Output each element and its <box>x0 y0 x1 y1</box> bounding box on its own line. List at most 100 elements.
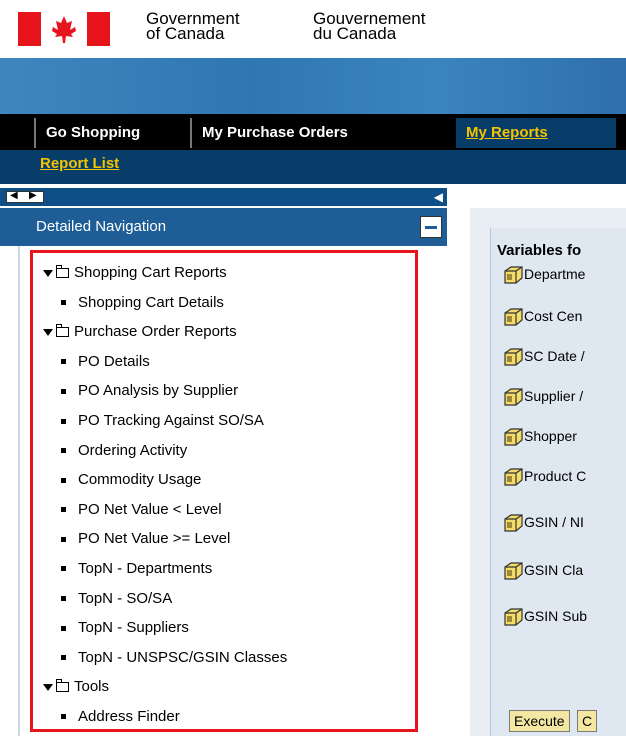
gov-french-name: Gouvernement du Canada <box>313 10 425 43</box>
tree-leaf[interactable]: TopN - Departments <box>43 559 415 589</box>
bullet-icon <box>61 418 66 424</box>
variable-label: Product C <box>524 468 587 484</box>
tree-leaf[interactable]: Commodity Usage <box>43 470 415 500</box>
bullet-icon <box>61 448 66 454</box>
variable-item[interactable]: GSIN / NI <box>503 514 584 532</box>
bullet-icon <box>61 477 66 483</box>
variables-panel: Variables fo Execute C Departme Cost Cen S… <box>490 228 626 736</box>
variable-item[interactable]: Product C <box>503 468 586 486</box>
nav-toolbar: ◀ ▶ ◀ <box>0 188 447 206</box>
tree-item-label[interactable]: PO Details <box>78 353 150 370</box>
tree-leaf[interactable]: Shopping Cart Details <box>43 293 415 323</box>
tree-leaf[interactable]: TopN - Suppliers <box>43 618 415 648</box>
tree-item-label[interactable]: PO Net Value >= Level <box>78 530 230 547</box>
variable-item[interactable]: SC Date / <box>503 348 585 366</box>
canada-flag-icon <box>18 12 110 46</box>
tree-leaf[interactable]: PO Tracking Against SO/SA <box>43 411 415 441</box>
sub-navigation: Report List <box>0 150 626 184</box>
cube-icon <box>504 388 523 406</box>
variable-label: Cost Cen <box>524 308 583 324</box>
expand-arrow-icon[interactable] <box>43 269 53 277</box>
tree-item-label[interactable]: TopN - UNSPSC/GSIN Classes <box>78 649 287 666</box>
minimize-button[interactable] <box>420 216 442 238</box>
tab-go-shopping[interactable]: Go Shopping <box>34 118 188 148</box>
bullet-icon <box>61 359 66 365</box>
tree-leaf[interactable]: TopN - UNSPSC/GSIN Classes <box>43 648 415 678</box>
tree-item-label[interactable]: TopN - Departments <box>78 560 212 577</box>
gov-french-line2: du Canada <box>313 24 397 43</box>
tree-item-label[interactable]: Address Finder <box>78 708 180 725</box>
tree-item-label[interactable]: Commodity Usage <box>78 471 201 488</box>
bullet-icon <box>61 507 66 513</box>
collapse-arrow-icon[interactable]: ◀ <box>434 190 443 204</box>
report-list-link[interactable]: Report List <box>40 155 119 172</box>
variable-label: SC Date / <box>524 348 585 364</box>
variable-label: Supplier / <box>524 388 584 404</box>
tree-leaf[interactable]: TopN - SO/SA <box>43 589 415 619</box>
tree-folder[interactable]: Purchase Order Reports <box>43 322 415 352</box>
tree-item-label[interactable]: PO Net Value < Level <box>78 501 222 518</box>
cube-icon <box>504 562 523 580</box>
tree-item-label[interactable]: Ordering Activity <box>78 442 187 459</box>
tree-leaf[interactable]: PO Details <box>43 352 415 382</box>
cube-icon <box>504 308 523 326</box>
cube-icon <box>504 468 523 486</box>
tree-leaf[interactable]: PO Net Value < Level <box>43 500 415 530</box>
tree-item-label[interactable]: TopN - SO/SA <box>78 590 172 607</box>
left-arrow-icon[interactable]: ◀ <box>10 190 18 201</box>
tree-folder[interactable]: Tools <box>43 677 415 707</box>
tree-item-label[interactable]: PO Analysis by Supplier <box>78 382 238 399</box>
variable-label: GSIN Sub <box>524 608 588 624</box>
blue-banner <box>0 58 626 114</box>
bullet-icon <box>61 536 66 542</box>
tree-item-label[interactable]: Tools <box>74 678 109 695</box>
variable-item[interactable]: GSIN Cla <box>503 562 583 580</box>
bullet-icon <box>61 388 66 394</box>
variable-item[interactable]: Supplier / <box>503 388 583 406</box>
variable-label: GSIN / NI <box>524 514 584 530</box>
tree-leaf[interactable]: Ordering Activity <box>43 441 415 471</box>
tree-item-label[interactable]: PO Tracking Against SO/SA <box>78 412 264 429</box>
tab-my-reports[interactable]: My Reports <box>456 118 616 148</box>
right-arrow-icon[interactable]: ▶ <box>29 190 37 201</box>
cube-icon <box>504 514 523 532</box>
bullet-icon <box>61 655 66 661</box>
tree-item-label[interactable]: Shopping Cart Details <box>78 294 224 311</box>
bullet-icon <box>61 714 66 720</box>
tree-item-label[interactable]: Shopping Cart Reports <box>74 264 227 281</box>
gov-english-line2: of Canada <box>146 24 225 43</box>
bullet-icon <box>61 625 66 631</box>
nav-arrows[interactable]: ◀ ▶ <box>6 190 44 203</box>
cube-icon <box>504 428 523 446</box>
gov-english-name: Government of Canada <box>146 10 240 43</box>
variable-item[interactable]: Cost Cen <box>503 308 582 326</box>
bullet-icon <box>61 596 66 602</box>
cube-icon <box>504 348 523 366</box>
tree-leaf[interactable]: PO Analysis by Supplier <box>43 381 415 411</box>
bullet-icon <box>61 300 66 306</box>
tree-item-label[interactable]: TopN - Suppliers <box>78 619 189 636</box>
expand-arrow-icon[interactable] <box>43 683 53 691</box>
folder-icon <box>55 324 69 338</box>
tree-folder[interactable]: Shopping Cart Reports <box>43 263 415 293</box>
tree-leaf[interactable]: PO Net Value >= Level <box>43 529 415 559</box>
folder-icon <box>55 265 69 279</box>
tab-my-purchase-orders[interactable]: My Purchase Orders <box>190 118 418 148</box>
variable-label: Departme <box>524 266 586 282</box>
second-button[interactable]: C <box>577 710 598 732</box>
variable-label: GSIN Cla <box>524 562 584 578</box>
tree-item-label[interactable]: Purchase Order Reports <box>74 323 237 340</box>
bullet-icon <box>61 566 66 572</box>
cube-icon <box>504 608 523 626</box>
variable-item[interactable]: GSIN Sub <box>503 608 587 626</box>
navigation-tree-highlight: Shopping Cart Reports Shopping Cart Detai… <box>30 250 418 732</box>
cube-icon <box>504 266 523 284</box>
tree-leaf[interactable]: Address Finder <box>43 707 415 737</box>
execute-button[interactable]: Execute <box>509 710 570 732</box>
detailed-navigation-header: Detailed Navigation <box>0 208 447 246</box>
main-tabs: Go Shopping My Purchase Orders My Report… <box>0 114 626 150</box>
expand-arrow-icon[interactable] <box>43 328 53 336</box>
nav-divider <box>18 246 20 736</box>
variable-item[interactable]: Shopper <box>503 428 577 446</box>
variable-item[interactable]: Departme <box>503 266 585 284</box>
